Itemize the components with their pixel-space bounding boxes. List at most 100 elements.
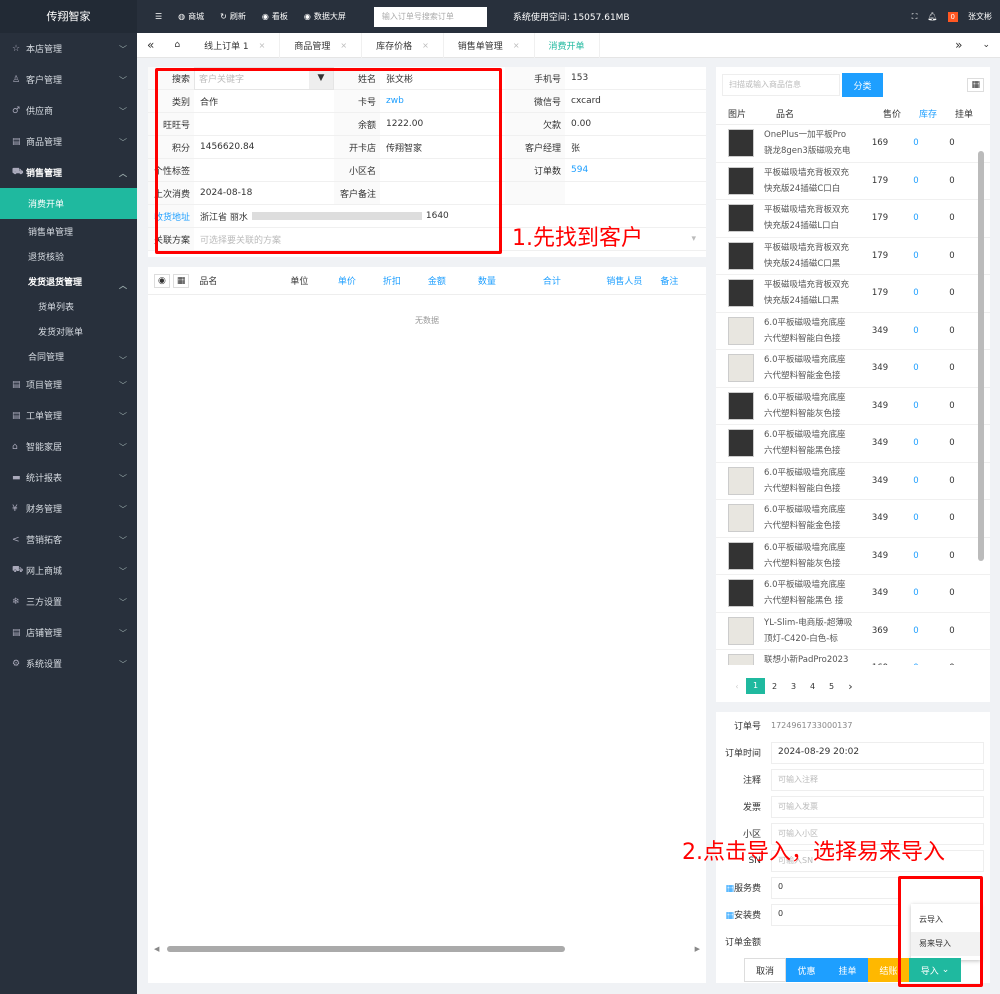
product-row[interactable]: YL-Slim-电商版-超薄吸顶灯-C420-白色-标 369 0 0	[716, 613, 990, 650]
tab-sales-manage[interactable]: 销售单管理 ×	[444, 32, 535, 58]
sidebar-item-3[interactable]: ▤ 商品管理 ﹀	[0, 126, 137, 157]
product-row[interactable]: 平板磁吸墙充背板双充快充版24插磁L口白 179 0 0	[716, 200, 990, 238]
home-icon[interactable]: ⌂	[164, 40, 190, 50]
menu-toggle-icon[interactable]: ☰	[155, 12, 162, 21]
sidebar-item-group-0[interactable]: ▤ 项目管理 ﹀	[0, 369, 137, 400]
product-row[interactable]: 6.0平板磁吸墙充底座 六代塑料智能黑色 接 349 0 0	[716, 575, 990, 613]
tab-stock-price[interactable]: 库存价格 ×	[362, 32, 444, 58]
close-icon[interactable]: ×	[259, 41, 266, 50]
columns-icon[interactable]: ▦	[172, 273, 190, 288]
product-row[interactable]: 6.0平板磁吸墙充底座 六代塑料智能灰色接 349 0 0	[716, 538, 990, 575]
note-input[interactable]: 可输入注释	[771, 768, 984, 791]
tab-online-order[interactable]: 线上订单 1 ×	[190, 32, 281, 58]
tab-consume-order[interactable]: 消费开单	[535, 32, 600, 58]
sidebar-item-group-5[interactable]: < 营销拓客 ﹀	[0, 524, 137, 555]
menu-icon: ❄	[12, 596, 20, 607]
sidebar-item-4[interactable]: ⛟ 销售管理 ︿	[0, 157, 137, 188]
product-stock: 0	[913, 588, 919, 599]
product-name: 6.0平板磁吸墙充底座 六代塑料智能白色接	[764, 317, 846, 344]
product-row[interactable]: 平板磁吸墙充背板双充快充版24插磁C口黑 179 0 0	[716, 238, 990, 275]
board-button[interactable]: ◉ 看板	[262, 11, 288, 22]
double-chevron-left-icon[interactable]: «	[137, 38, 164, 52]
product-price: 169	[871, 138, 889, 149]
order-search-input[interactable]: 输入订单号搜索订单	[373, 6, 487, 27]
sidebar-item-1[interactable]: ♙ 客户管理 ﹀	[0, 64, 137, 95]
sidebar-item-group-6[interactable]: ⛟ 网上商城 ﹀	[0, 555, 137, 586]
scroll-right-icon[interactable]: ▶	[695, 945, 700, 953]
sidebar-item-2[interactable]: ♂ 供应商 ﹀	[0, 95, 137, 126]
product-row[interactable]: 6.0平板磁吸墙充底座 六代塑料智能黑色接 349 0 0	[716, 425, 990, 463]
fullscreen-icon[interactable]: ⛶	[912, 12, 918, 22]
cancel-button[interactable]: 取消	[744, 958, 786, 982]
columns-icon[interactable]: ▦	[967, 78, 984, 92]
order-time-input[interactable]: 2024-08-29 20:02	[771, 741, 984, 764]
scroll-thumb[interactable]	[167, 946, 566, 952]
bell-icon[interactable]: 🔔︎	[927, 12, 937, 21]
page-3[interactable]: 3	[784, 682, 803, 691]
product-row[interactable]: 平板磁吸墙充背板双充快充版24插磁C口白 179 0 0	[716, 163, 990, 200]
product-thumbnail	[728, 504, 754, 533]
tab-product-manage[interactable]: 商品管理 ×	[280, 32, 363, 58]
service-fee-input[interactable]: 0	[771, 876, 900, 899]
product-row[interactable]: 平板磁吸墙充背板双充快充版24插磁L口黑 179 0 0	[716, 275, 990, 313]
user-name[interactable]: 张文彬	[968, 11, 992, 22]
sidebar-item-group-4[interactable]: ¥ 财务管理 ﹀	[0, 493, 137, 524]
sidebar-item-group-8[interactable]: ▤ 店铺管理 ﹀	[0, 617, 137, 648]
product-stock: 0	[913, 475, 919, 486]
discount-button[interactable]: 优惠	[786, 958, 827, 982]
product-row[interactable]: 6.0平板磁吸墙充底座 六代塑料智能金色接 349 0 0	[716, 500, 990, 538]
sidebar-item-cargo-list[interactable]: 货单列表	[0, 294, 137, 319]
product-scrollbar[interactable]	[978, 143, 984, 668]
chevron-down-icon[interactable]: ⌄	[972, 40, 1000, 50]
sidebar-item-group-3[interactable]: ▬ 统计报表 ﹀	[0, 462, 137, 493]
next-page-icon[interactable]: ›	[841, 680, 860, 693]
product-row[interactable]: OnePlus一加平板Pro 骁龙8gen3版磁吸充电 169 0 0	[716, 125, 990, 163]
mall-button[interactable]: ◍ 商城	[178, 11, 204, 22]
product-row[interactable]: 6.0平板磁吸墙充底座 六代塑料智能白色接 349 0 0	[716, 313, 990, 350]
scroll-thumb[interactable]	[978, 151, 984, 561]
page-5[interactable]: 5	[822, 682, 841, 691]
double-chevron-right-icon[interactable]: »	[945, 38, 972, 52]
eye-icon[interactable]: ◉	[154, 273, 170, 288]
sidebar-item-contract[interactable]: 合同管理 ﹀	[0, 344, 137, 369]
hang-order-button[interactable]: 挂单	[827, 958, 868, 982]
sidebar-item-group-7[interactable]: ❄ 三方设置 ﹀	[0, 586, 137, 617]
page-2[interactable]: 2	[765, 682, 784, 691]
install-fee-input[interactable]: 0	[771, 903, 900, 926]
eye-icon: ◉	[261, 12, 269, 21]
product-thumbnail	[728, 166, 754, 195]
product-row[interactable]: 联想小新PadPro202316900	[716, 650, 990, 665]
col-price: 单价	[337, 277, 356, 287]
scroll-left-icon[interactable]: ◀	[154, 945, 159, 953]
close-icon[interactable]: ×	[513, 41, 520, 50]
page-4[interactable]: 4	[803, 682, 822, 691]
product-search-input[interactable]: 扫描或输入商品信息	[722, 74, 840, 96]
page-1[interactable]: 1	[746, 678, 765, 694]
sidebar-item-group-2[interactable]: ⌂ 智能家居 ﹀	[0, 431, 137, 462]
bigscreen-button[interactable]: ◉ 数据大屏	[304, 11, 346, 22]
close-icon[interactable]: ×	[422, 41, 429, 50]
product-row[interactable]: 6.0平板磁吸墙充底座 六代塑料智能灰色接 349 0 0	[716, 388, 990, 425]
invoice-input[interactable]: 可输入发票	[771, 795, 984, 818]
sidebar-item-0[interactable]: ☆ 本店管理 ﹀	[0, 33, 137, 64]
product-name: 平板磁吸墙充背板双充快充版24插磁L口黑	[764, 280, 850, 307]
product-thumbnail	[728, 654, 754, 665]
horizontal-scrollbar[interactable]: ◀ ▶	[154, 945, 700, 953]
sidebar-item-sales-order[interactable]: 消费开单	[0, 188, 137, 219]
close-icon[interactable]: ×	[340, 41, 347, 50]
sidebar-item-ship-return[interactable]: 发货退货管理 ︿	[0, 269, 137, 294]
sidebar-item-group-1[interactable]: ▤ 工单管理 ﹀	[0, 400, 137, 431]
product-name: 平板磁吸墙充背板双充快充版24插磁C口黑	[764, 242, 850, 269]
refresh-button[interactable]: ↻ 刷新	[220, 11, 246, 22]
category-button[interactable]: 分类	[842, 73, 883, 97]
sidebar-item-sales-list[interactable]: 销售单管理	[0, 219, 137, 244]
sidebar-item-group-9[interactable]: ⚙ 系统设置 ﹀	[0, 648, 137, 679]
sidebar-item-return-check[interactable]: 退货核验	[0, 244, 137, 269]
product-row[interactable]: 6.0平板磁吸墙充底座 六代塑料智能白色接 349 0 0	[716, 463, 990, 500]
sidebar-item-ship-reconcile[interactable]: 发货对账单	[0, 319, 137, 344]
chevron-down-icon: ﹀	[119, 443, 127, 452]
product-row[interactable]: 6.0平板磁吸墙充底座 六代塑料智能金色接 349 0 0	[716, 350, 990, 388]
product-thumbnail	[728, 391, 754, 420]
product-price: 179	[871, 288, 889, 299]
prev-page-icon[interactable]: ‹	[728, 682, 746, 691]
